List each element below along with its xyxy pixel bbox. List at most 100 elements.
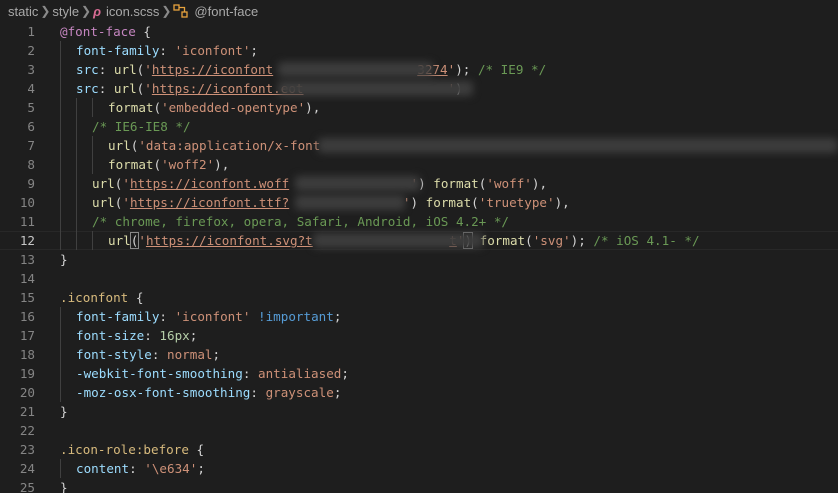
code-line[interactable]: 4src: url('https://iconfont.eot ') [0, 79, 838, 98]
code-line[interactable]: 24 content: '\e634'; [0, 459, 838, 478]
code-token: ), [305, 100, 321, 115]
code-token: ); [570, 233, 594, 248]
code-line[interactable]: 9url('https://iconfont.woff ') format('w… [0, 174, 838, 193]
code-line[interactable]: 8 format('woff2'), [0, 155, 838, 174]
breadcrumb-item-static[interactable]: static [8, 4, 38, 19]
code-text: font-size: 16px; [76, 326, 197, 345]
code-line[interactable]: 25} [0, 478, 838, 493]
code-token: ' [144, 62, 152, 77]
indent-guide [60, 193, 61, 212]
line-number: 5 [27, 100, 35, 115]
line-number: 1 [27, 24, 35, 39]
code-line[interactable]: 15 .iconfont { [0, 288, 838, 307]
line-number: 17 [19, 328, 35, 343]
code-token: format [479, 233, 526, 248]
breadcrumb-item-style[interactable]: style [52, 4, 79, 19]
indent-guide [60, 459, 61, 478]
code-line[interactable]: 21} [0, 402, 838, 421]
indent-guide [60, 364, 61, 383]
line-number: 4 [27, 81, 35, 96]
code-line[interactable]: 16 font-family: 'iconfont' !important; [0, 307, 838, 326]
code-line[interactable]: 3src: url('https://iconfont 3274'); /* I… [0, 60, 838, 79]
code-text: /* IE6-IE8 */ [92, 117, 191, 136]
code-text: url('data:application/x-font [108, 136, 320, 155]
code-token: font-family [76, 309, 160, 324]
code-token: https://iconfont.woff [129, 176, 290, 191]
code-text: } [60, 250, 68, 269]
code-token: : [129, 461, 145, 476]
code-line[interactable]: 18 font-style: normal; [0, 345, 838, 364]
code-token: 'data:application/x-font [138, 138, 321, 153]
code-line[interactable]: 20 -moz-osx-font-smoothing: grayscale; [0, 383, 838, 402]
line-number: 25 [19, 480, 35, 493]
code-token: ' [122, 195, 130, 210]
code-token: .icon-role:before [60, 442, 189, 457]
code-text: -moz-osx-font-smoothing: grayscale; [76, 383, 341, 402]
indent-guide [60, 155, 61, 174]
code-token: ), [554, 195, 570, 210]
code-token: 16px [159, 328, 190, 343]
redacted-region [313, 233, 483, 248]
code-token: ( [471, 195, 479, 210]
indent-guide [60, 345, 61, 364]
code-line[interactable]: 19 -webkit-font-smoothing: antialiased; [0, 364, 838, 383]
indent-guide [92, 136, 93, 155]
code-token: } [60, 252, 68, 267]
indent-guide [92, 155, 93, 174]
code-editor[interactable]: 1 @font-face {2 font-family: 'iconfont'; 3 s… [0, 22, 838, 493]
code-token: 'svg' [532, 233, 571, 248]
breadcrumb: static ❯ style ❯ ρ icon.scss ❯ @font-face [0, 0, 838, 22]
code-token: ; [333, 385, 342, 400]
indent-guide [76, 193, 77, 212]
code-token: ) [410, 195, 426, 210]
indent-guide [76, 174, 77, 193]
code-token: url [92, 195, 115, 210]
code-token: 'woff2' [161, 157, 215, 172]
code-token: url [92, 176, 115, 191]
code-token: : [159, 309, 175, 324]
code-text: font-style: normal; [76, 345, 220, 364]
code-line[interactable]: 2 font-family: 'iconfont'; [0, 41, 838, 60]
code-line[interactable]: 14 [0, 269, 838, 288]
indent-guide [60, 307, 61, 326]
code-line[interactable]: 10 url('https://iconfont.ttf? ') format('… [0, 193, 838, 212]
code-token: ' [122, 176, 130, 191]
line-number: 6 [27, 119, 35, 134]
code-token: 'iconfont' [174, 43, 251, 58]
code-token: ( [525, 233, 533, 248]
code-token: grayscale [265, 385, 334, 400]
code-token: content [76, 461, 130, 476]
code-line[interactable]: 11 /* chrome, firefox, opera, Safari, And… [0, 212, 838, 231]
redacted-region [295, 176, 420, 191]
indent-guide [60, 326, 61, 345]
code-token: ; [333, 309, 342, 324]
code-line[interactable]: 7 url('data:application/x-font [0, 136, 838, 155]
code-token: ; [212, 347, 221, 362]
code-line[interactable]: 5 format('embedded-opentype'), [0, 98, 838, 117]
indent-guide [92, 98, 93, 117]
code-token: ) [418, 176, 434, 191]
code-line[interactable]: 13} [0, 250, 838, 269]
code-token: : [242, 366, 258, 381]
code-token: } [60, 404, 68, 419]
code-line[interactable]: 1 @font-face { [0, 22, 838, 41]
code-token: { [135, 24, 151, 39]
code-line[interactable]: 22 [0, 421, 838, 440]
breadcrumb-item-file[interactable]: ρ icon.scss [93, 4, 159, 19]
code-token: .iconfont [60, 290, 129, 305]
code-token: ' [138, 233, 146, 248]
line-number: 13 [19, 252, 35, 267]
code-line[interactable]: 17 font-size: 16px; [0, 326, 838, 345]
code-token: !important [258, 309, 334, 324]
code-token: format [425, 195, 472, 210]
code-token: ' [144, 81, 152, 96]
code-line[interactable]: 12url('https://iconfont.svg?t t') format… [0, 231, 838, 250]
code-line[interactable]: 23 .icon-role:before { [0, 440, 838, 459]
code-token: : [98, 81, 114, 96]
indent-guide [60, 212, 61, 231]
line-number: 11 [19, 214, 35, 229]
code-token: 'embedded-opentype' [161, 100, 306, 115]
code-line[interactable]: 6 /* IE6-IE8 */ [0, 117, 838, 136]
code-token: 'truetype' [478, 195, 555, 210]
breadcrumb-item-symbol[interactable]: @font-face [173, 4, 258, 19]
